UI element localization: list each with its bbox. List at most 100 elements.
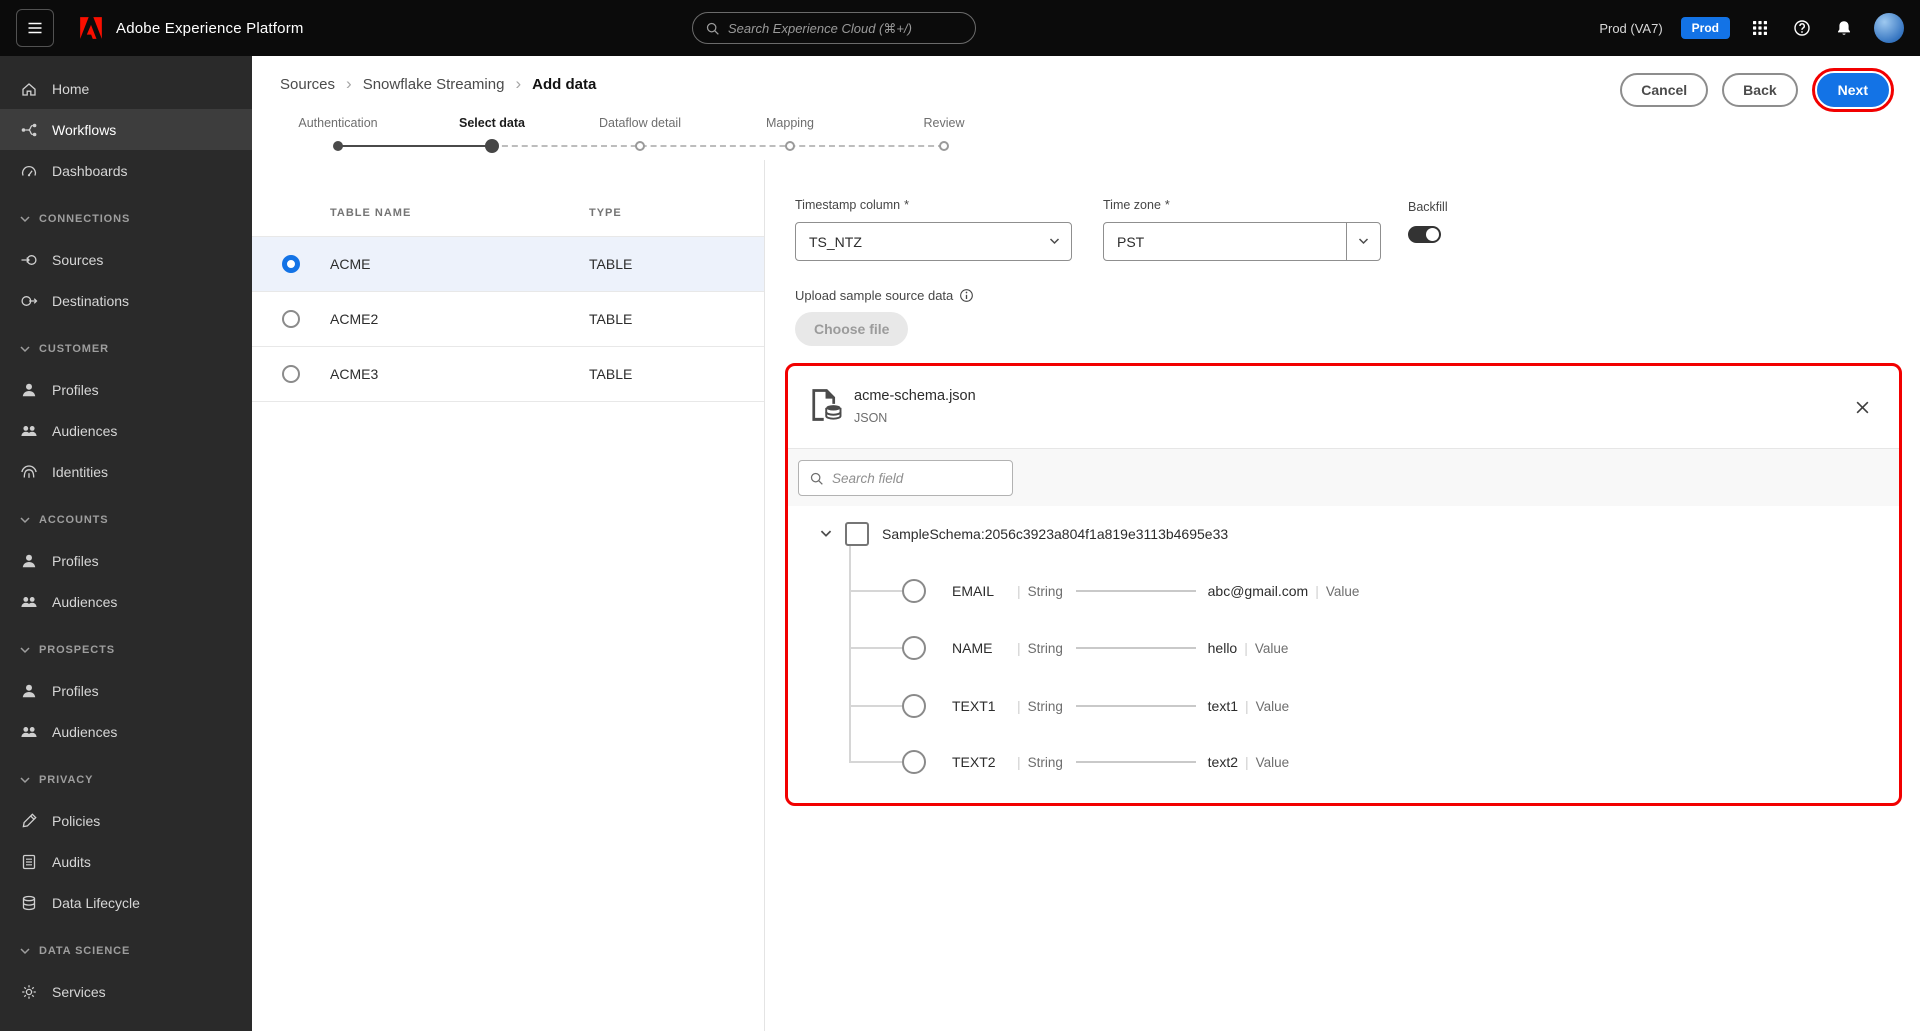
step-dot-select-data[interactable] <box>485 139 499 153</box>
time-zone-dropdown[interactable]: PST <box>1103 222 1381 261</box>
sidebar-item-label: Data Lifecycle <box>52 894 140 911</box>
env-badge[interactable]: Prod <box>1680 17 1730 39</box>
table-cell-type: TABLE <box>589 366 633 382</box>
field-select-circle[interactable] <box>902 636 926 660</box>
timestamp-column-dropdown[interactable]: TS_NTZ <box>795 222 1072 261</box>
close-button[interactable] <box>1851 396 1873 418</box>
sidebar-item-policies[interactable]: Policies <box>0 800 252 841</box>
time-zone-value: PST <box>1117 233 1145 250</box>
schema-field-row-email[interactable]: EMAIL String abc@gmail.com Value <box>902 579 1359 603</box>
chevron-down-icon <box>20 647 30 654</box>
field-name: TEXT2 <box>952 754 996 770</box>
app-title: Adobe Experience Platform <box>116 19 304 37</box>
search-icon <box>809 471 824 486</box>
sidebar-item-accounts-profiles[interactable]: Profiles <box>0 540 252 581</box>
field-select-circle[interactable] <box>902 694 926 718</box>
sidebar-item-audits[interactable]: Audits <box>0 841 252 882</box>
sidebar-item-label: Audiences <box>52 723 118 740</box>
sidebar-section-connections[interactable]: CONNECTIONS <box>0 199 252 239</box>
radio-acme[interactable] <box>282 255 300 273</box>
field-value: text2 <box>1207 754 1238 770</box>
topbar-search[interactable] <box>692 12 976 44</box>
step-review[interactable]: Review <box>924 116 965 130</box>
schema-field-row-text2[interactable]: TEXT2 String text2 Value <box>902 750 1289 774</box>
chevron-down-icon[interactable] <box>820 530 832 538</box>
sidebar-section-privacy[interactable]: PRIVACY <box>0 760 252 800</box>
step-authentication[interactable]: Authentication <box>298 116 377 130</box>
divider <box>1245 698 1249 714</box>
sidebar-item-home[interactable]: Home <box>0 68 252 109</box>
step-dot-dataflow-detail[interactable] <box>635 141 645 151</box>
cancel-button[interactable]: Cancel <box>1620 73 1709 107</box>
field-select-circle[interactable] <box>902 750 926 774</box>
next-button[interactable]: Next <box>1816 73 1889 107</box>
field-type: String <box>1027 698 1063 714</box>
sidebar-section-label: PRIVACY <box>39 774 94 786</box>
label-text: Time zone <box>1103 198 1161 212</box>
sidebar-item-services[interactable]: Services <box>0 971 252 1012</box>
breadcrumb: Sources Snowflake Streaming Add data <box>280 74 596 94</box>
step-mapping[interactable]: Mapping <box>766 116 814 130</box>
sidebar-item-destinations[interactable]: Destinations <box>0 280 252 321</box>
sidebar-item-label: Policies <box>52 812 101 829</box>
sidebar: Home Workflows Dashboards CONNECTIONS So… <box>0 56 252 1031</box>
sidebar-item-label: Services <box>52 983 106 1000</box>
radio-acme2[interactable] <box>282 310 300 328</box>
help-icon <box>1793 19 1811 37</box>
table-row-acme[interactable]: ACME TABLE <box>252 237 764 292</box>
breadcrumb-sources[interactable]: Sources <box>280 76 335 93</box>
back-button[interactable]: Back <box>1722 73 1798 107</box>
field-value-connector <box>1075 705 1196 707</box>
choose-file-button[interactable]: Choose file <box>795 312 909 346</box>
step-dot-authentication[interactable] <box>333 141 343 151</box>
sidebar-item-data-lifecycle[interactable]: Data Lifecycle <box>0 882 252 923</box>
app-switcher-button[interactable] <box>1748 16 1772 40</box>
sidebar-item-accounts-audiences[interactable]: Audiences <box>0 581 252 622</box>
schema-root-row[interactable]: SampleSchema:2056c3923a804f1a819e3113b46… <box>820 520 1228 548</box>
step-dataflow-detail[interactable]: Dataflow detail <box>599 116 681 130</box>
breadcrumb-snowflake-streaming[interactable]: Snowflake Streaming <box>363 76 505 93</box>
hamburger-menu-button[interactable] <box>16 9 54 47</box>
sidebar-item-label: Sources <box>52 251 104 268</box>
sidebar-item-prospects-profiles[interactable]: Profiles <box>0 670 252 711</box>
sidebar-item-dashboards[interactable]: Dashboards <box>0 150 252 191</box>
notifications-button[interactable] <box>1832 16 1856 40</box>
sidebar-item-identities[interactable]: Identities <box>0 451 252 492</box>
sidebar-item-customer-profiles[interactable]: Profiles <box>0 369 252 410</box>
root-checkbox[interactable] <box>845 522 869 546</box>
help-button[interactable] <box>1790 16 1814 40</box>
table-cell-type: TABLE <box>589 311 633 327</box>
profiles-icon <box>20 381 38 399</box>
tree-connector-vertical <box>849 546 851 763</box>
sidebar-item-label: Profiles <box>52 552 99 569</box>
required-asterisk: * <box>1164 198 1170 212</box>
avatar[interactable] <box>1874 13 1904 43</box>
topbar-search-input[interactable] <box>728 20 963 36</box>
audits-icon <box>20 853 38 871</box>
schema-search-input[interactable] <box>832 470 1002 486</box>
step-dot-mapping[interactable] <box>785 141 795 151</box>
sidebar-item-sources[interactable]: Sources <box>0 239 252 280</box>
sidebar-item-workflows[interactable]: Workflows <box>0 109 252 150</box>
search-icon <box>705 21 720 36</box>
step-select-data[interactable]: Select data <box>459 116 525 130</box>
sidebar-item-prospects-audiences[interactable]: Audiences <box>0 711 252 752</box>
backfill-toggle[interactable] <box>1408 226 1441 243</box>
schema-field-row-text1[interactable]: TEXT1 String text1 Value <box>902 694 1289 718</box>
sidebar-item-customer-audiences[interactable]: Audiences <box>0 410 252 451</box>
divider <box>1017 583 1021 599</box>
sidebar-section-accounts[interactable]: ACCOUNTS <box>0 500 252 540</box>
sidebar-section-data-science[interactable]: DATA SCIENCE <box>0 931 252 971</box>
sidebar-section-prospects[interactable]: PROSPECTS <box>0 630 252 670</box>
table-row-acme2[interactable]: ACME2 TABLE <box>252 292 764 347</box>
sidebar-section-customer[interactable]: CUSTOMER <box>0 329 252 369</box>
page-header: Sources Snowflake Streaming Add data Can… <box>252 56 1920 160</box>
schema-search-field[interactable] <box>798 460 1013 496</box>
table-row-acme3[interactable]: ACME3 TABLE <box>252 347 764 402</box>
upload-sample-label: Upload sample source data <box>795 288 974 303</box>
schema-field-row-name[interactable]: NAME String hello Value <box>902 636 1288 660</box>
info-icon[interactable] <box>959 288 974 303</box>
radio-acme3[interactable] <box>282 365 300 383</box>
field-select-circle[interactable] <box>902 579 926 603</box>
step-dot-review[interactable] <box>939 141 949 151</box>
